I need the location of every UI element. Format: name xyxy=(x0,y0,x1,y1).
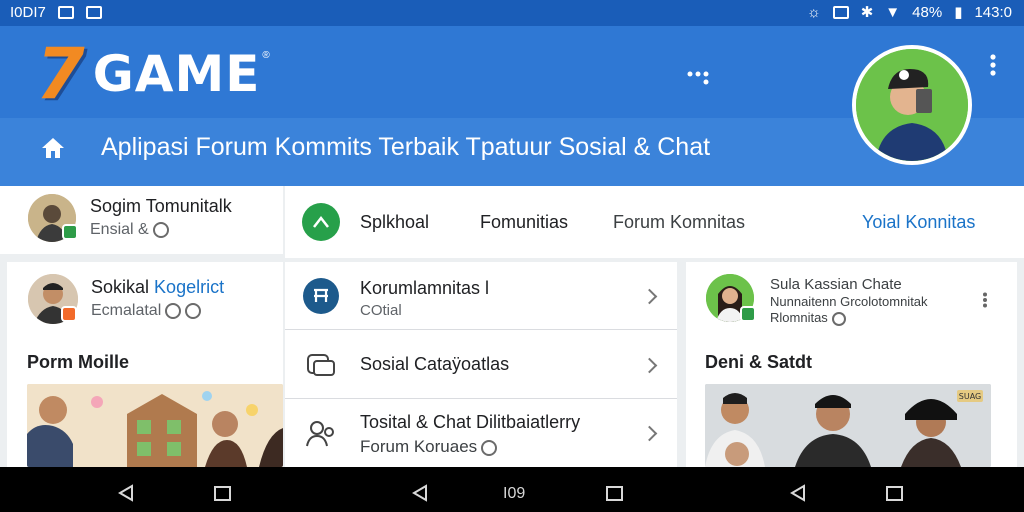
photo-tag: SUAG xyxy=(959,392,981,401)
back-icon-2[interactable] xyxy=(412,484,428,507)
user-name: Sogim Tomunitalk xyxy=(90,196,232,216)
user-name: Sula Kassian Chate xyxy=(770,276,902,293)
wifi-icon: ▼ xyxy=(885,3,901,21)
profile-avatar[interactable] xyxy=(852,45,972,165)
app-logo[interactable]: 7 GAME ® xyxy=(36,33,270,115)
status-bar: I0DI7 ☼ ✱ ▼ 48% ▮ 143:0 xyxy=(0,0,1024,26)
row-title: Tosital & Chat Dilitbaiatlerry xyxy=(360,412,581,432)
online-badge xyxy=(740,306,756,322)
user-sub-text: Rlomnitas xyxy=(770,310,828,325)
user-sub: Ecmalatal xyxy=(91,302,202,320)
people-icon xyxy=(303,416,339,452)
user-sub-line1: Nunnaitenn Grcolotomnitak xyxy=(770,294,928,309)
alarm-icon: ☼ xyxy=(806,3,821,21)
user-sub-text: Ensial & xyxy=(90,221,149,238)
section-title: Deni & Satdt xyxy=(705,352,813,372)
tab-3[interactable]: Forum Komnitas xyxy=(613,212,745,233)
reaction-icon-2 xyxy=(185,302,202,319)
row-title: Korumlamnitas l xyxy=(360,278,490,298)
chevron-right-icon xyxy=(641,357,658,374)
battery-percent: 48% xyxy=(912,4,943,21)
user-sub: Ensial & xyxy=(90,221,169,239)
online-badge xyxy=(62,224,78,240)
reaction-icon xyxy=(831,311,846,326)
status-time-right: 143:0 xyxy=(974,4,1012,21)
row-sub: COtial xyxy=(360,302,402,319)
user-sub-line2: Rlomnitas xyxy=(770,310,846,326)
post-photo[interactable] xyxy=(27,384,283,467)
more-dots-icon[interactable] xyxy=(686,66,714,92)
logo-text: GAME xyxy=(92,45,261,103)
forum-icon xyxy=(303,278,339,314)
mute-icon xyxy=(832,6,849,19)
list-item[interactable]: Korumlamnitas l COtial xyxy=(285,262,677,330)
recents-icon-3[interactable] xyxy=(886,486,903,501)
logo-mark: 7 xyxy=(36,33,85,115)
card-menu-icon[interactable] xyxy=(982,292,988,313)
status-badge xyxy=(61,306,77,322)
user-name-first: Sokikal xyxy=(91,277,150,297)
battery-icon: ▮ xyxy=(954,3,963,21)
user-name: Sokikal Kogelrict xyxy=(91,277,224,298)
back-icon[interactable] xyxy=(118,484,134,507)
tab-1[interactable]: Splkhoal xyxy=(360,212,429,233)
post-card-left[interactable]: Sokikal Kogelrict Ecmalatal Porm Moille xyxy=(7,262,283,467)
bluetooth-icon: ✱ xyxy=(860,3,874,21)
post-photo[interactable]: SUAG xyxy=(705,384,991,467)
reaction-icon xyxy=(481,439,498,456)
home-icon[interactable] xyxy=(40,136,66,160)
page-tagline: Aplipasi Forum Kommits Terbaik Tpatuur S… xyxy=(101,133,711,161)
recents-icon-2[interactable] xyxy=(606,486,623,501)
user-name-link[interactable]: Kogelrict xyxy=(154,277,224,297)
chevron-right-icon xyxy=(641,288,658,305)
chevron-right-icon xyxy=(641,425,658,442)
row-sub-text: Forum Koruaes xyxy=(360,437,478,456)
row-sub: Forum Koruaes xyxy=(360,437,498,457)
reaction-icon xyxy=(165,302,182,319)
tab-4-active[interactable]: Yoial Konnitas xyxy=(862,212,975,233)
gallery-icon xyxy=(57,6,74,19)
status-time-left: I0DI7 xyxy=(10,4,46,21)
recents-icon[interactable] xyxy=(214,486,231,501)
list-item[interactable]: Sosial Cataÿoatlas xyxy=(285,331,677,399)
user-sub-text: Ecmalatal xyxy=(91,302,162,319)
forum-list: Korumlamnitas l COtial Sosial Cataÿoatla… xyxy=(285,262,677,467)
user-card-top[interactable]: Sogim Tomunitalk Ensial & xyxy=(0,186,283,254)
chat-icon xyxy=(303,347,339,383)
overflow-menu-icon[interactable] xyxy=(984,54,1002,76)
tab-2[interactable]: Fomunitias xyxy=(480,212,568,233)
app-notification-icon xyxy=(85,6,102,19)
row-title: Sosial Cataÿoatlas xyxy=(360,354,510,374)
logo-registered: ® xyxy=(262,50,270,61)
post-card-right[interactable]: Sula Kassian Chate Nunnaitenn Grcolotomn… xyxy=(686,262,1017,467)
reaction-icon xyxy=(152,221,169,238)
section-title: Porm Moille xyxy=(27,352,130,372)
tab-home-circle[interactable] xyxy=(302,203,340,241)
home-indicator-label[interactable]: I09 xyxy=(503,485,525,503)
list-item[interactable]: Tosital & Chat Dilitbaiatlerry Forum Kor… xyxy=(285,400,677,468)
back-icon-3[interactable] xyxy=(790,484,806,507)
